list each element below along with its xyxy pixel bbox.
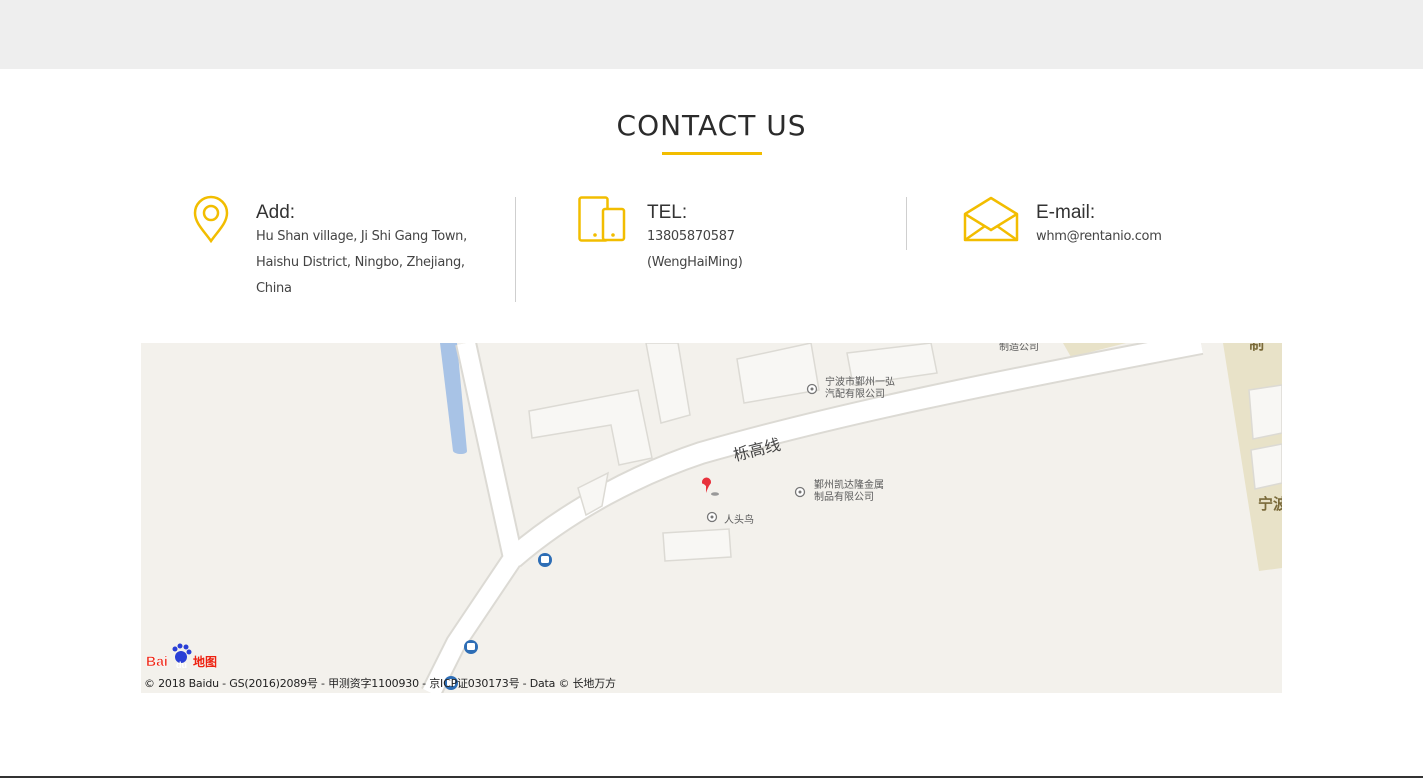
location-pin-icon (192, 195, 230, 248)
poi-label[interactable]: 鄞州凯达隆金属 制品有限公司 (814, 480, 884, 504)
envelope-icon (963, 196, 1019, 247)
email-heading: E-mail: (1036, 202, 1096, 223)
column-divider (906, 197, 907, 250)
baidu-logo-icon[interactable]: Bai du 地图 (145, 643, 219, 671)
svg-text:Bai: Bai (146, 653, 168, 669)
map-canvas[interactable]: 栎高线 (141, 343, 1282, 693)
poi-label[interactable]: 人头鸟 (724, 511, 754, 526)
address-line: China (256, 281, 292, 296)
location-marker-icon (702, 477, 719, 496)
address-line: Hu Shan village, Ji Shi Gang Town, (256, 229, 467, 244)
address-line: Haishu District, Ningbo, Zhejiang, (256, 255, 465, 270)
column-divider (515, 197, 516, 302)
email-address[interactable]: whm@rentanio.com (1036, 224, 1162, 250)
title-underline (662, 152, 762, 155)
map-buildings (528, 343, 1282, 562)
map-copyright: © 2018 Baidu - GS(2016)2089号 - 甲测资字11009… (144, 677, 616, 690)
svg-text:du: du (176, 660, 187, 670)
baidu-map[interactable]: 栎高线 宁波市鄞州一弘 汽配有限公司 鄞州凯达隆金属 制品有限公司 人头鸟 制造公司… (141, 343, 1282, 693)
phone-number[interactable]: 13805870587 (WengHaiMing) (647, 224, 743, 276)
mobile-phone-icon (578, 196, 626, 247)
svg-text:地图: 地图 (193, 654, 217, 669)
address-text: Hu Shan village, Ji Shi Gang Town, Haish… (256, 224, 506, 302)
poi-label[interactable]: 制造公司 (999, 343, 1039, 353)
poi-label[interactable]: 宁波市鄞州一弘 汽配有限公司 (825, 377, 895, 401)
phone-heading: TEL: (647, 202, 688, 223)
map-edge-label: 制 (1249, 343, 1265, 353)
address-heading: Add: (256, 202, 296, 223)
map-edge-label: 宁波 (1258, 495, 1282, 513)
section-title: CONTACT US (616, 109, 807, 142)
top-header-bar (0, 0, 1423, 69)
